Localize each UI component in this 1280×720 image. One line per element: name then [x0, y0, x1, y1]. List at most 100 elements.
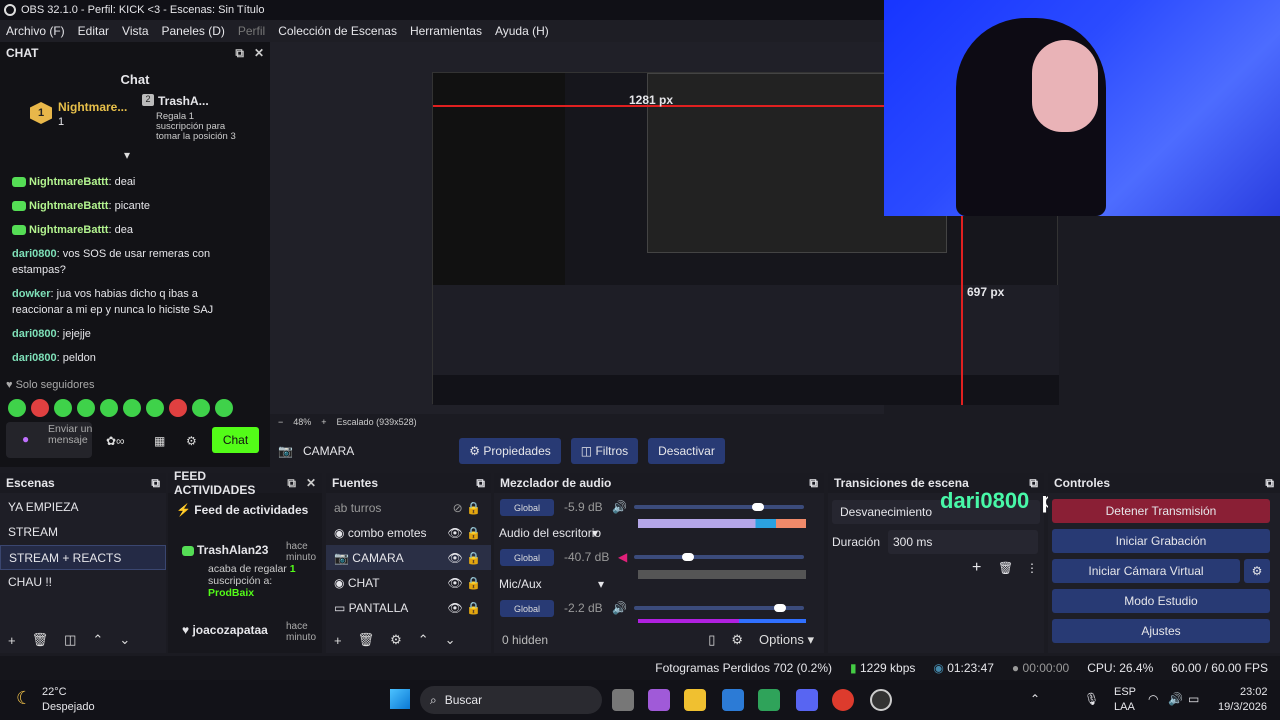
source-item[interactable]: ab turros ⊘ 🔒 — [326, 495, 491, 520]
wifi-icon[interactable]: ◠ — [1148, 692, 1158, 706]
emote-icon[interactable] — [192, 399, 210, 417]
store-icon[interactable]: ▦ — [154, 434, 165, 448]
settings-button[interactable]: Ajustes — [1052, 619, 1270, 643]
language-code[interactable]: ESP — [1114, 686, 1136, 698]
emote-icon[interactable] — [169, 399, 187, 417]
properties-button[interactable]: ⚙ Propiedades — [459, 438, 561, 464]
start-recording-button[interactable]: Iniciar Grabación — [1052, 529, 1270, 553]
options-button[interactable]: Options ▾ — [759, 632, 814, 648]
scene-item[interactable]: YA EMPIEZA — [0, 495, 166, 520]
layout-icon[interactable]: ▯ — [708, 632, 715, 648]
move-down-icon[interactable]: ⌄ — [445, 632, 456, 648]
chat-send-button[interactable]: Chat — [212, 427, 259, 453]
delete-icon[interactable]: 🗑 — [32, 632, 49, 648]
duration-field[interactable]: 300 ms — [888, 530, 1038, 554]
menu-profile[interactable]: Perfil — [238, 24, 265, 38]
move-up-icon[interactable]: ⌃ — [418, 632, 429, 648]
volume-knob[interactable] — [774, 604, 786, 612]
global-button[interactable]: Global — [500, 549, 554, 566]
spreadsheet-icon[interactable] — [758, 689, 780, 711]
zoom-out-icon[interactable]: − — [278, 417, 283, 427]
volume-knob[interactable] — [752, 503, 764, 511]
scene-item[interactable]: STREAM — [0, 520, 166, 545]
menu-tools[interactable]: Herramientas — [410, 24, 482, 38]
volume-slider[interactable] — [634, 555, 804, 559]
volume-icon[interactable]: 🔊 — [1168, 692, 1183, 706]
menu-file[interactable]: Archivo (F) — [6, 24, 65, 38]
expand-chevron-icon[interactable]: ▾ — [124, 148, 130, 162]
emote-icon[interactable] — [77, 399, 95, 417]
volume-icon[interactable]: 🔊 — [612, 601, 627, 615]
undock-icon[interactable]: ⧉ — [151, 476, 160, 491]
chat-input[interactable]: ● Enviar un mensaje — [6, 422, 92, 458]
gear-icon[interactable]: ⚙ — [731, 632, 743, 648]
source-item[interactable]: 📷 CAMARA 👁 🔒 — [326, 545, 491, 570]
clock-time[interactable]: 23:02 — [1240, 686, 1268, 698]
chevron-down-icon[interactable]: ▾ — [592, 526, 598, 540]
virtual-camera-button[interactable]: Iniciar Cámara Virtual — [1052, 559, 1240, 583]
filter-icon[interactable]: ◫ — [64, 632, 76, 648]
notepad-icon[interactable] — [722, 689, 744, 711]
add-icon[interactable]: + — [8, 633, 16, 648]
windows-start-icon[interactable] — [390, 689, 410, 709]
menu-view[interactable]: Vista — [122, 24, 148, 38]
obs-taskbar-icon[interactable] — [870, 689, 892, 711]
close-icon[interactable]: ✕ — [254, 46, 264, 61]
scene-item[interactable]: CHAU !! — [0, 570, 166, 595]
source-item[interactable]: ◉ combo emotes 👁 🔒 — [326, 520, 491, 545]
emote-icon[interactable] — [215, 399, 233, 417]
menu-edit[interactable]: Editar — [78, 24, 109, 38]
microphone-icon[interactable]: 🎙 — [1084, 692, 1099, 706]
undock-icon[interactable]: ⧉ — [235, 46, 244, 61]
clock-date[interactable]: 19/3/2026 — [1218, 701, 1267, 713]
deactivate-button[interactable]: Desactivar — [648, 438, 725, 464]
move-up-icon[interactable]: ⌃ — [92, 632, 103, 648]
menu-help[interactable]: Ayuda (H) — [495, 24, 549, 38]
source-item[interactable]: ◉ CHAT 👁 🔒 — [326, 570, 491, 595]
microphone-icon[interactable]: ● — [22, 432, 29, 446]
gear-icon[interactable]: ⚙ — [186, 434, 197, 448]
source-item[interactable]: ▭ PANTALLA 👁 🔒 — [326, 595, 491, 620]
tray-chevron-icon[interactable]: ⌃ — [1030, 692, 1040, 706]
undock-icon[interactable]: ⧉ — [476, 476, 485, 491]
gear-icon[interactable]: ⚙ — [1244, 559, 1270, 583]
gear-icon[interactable]: ⚙ — [390, 632, 402, 648]
emote-icon[interactable] — [123, 399, 141, 417]
close-icon[interactable]: ✕ — [306, 476, 316, 491]
add-icon[interactable]: + — [334, 633, 342, 648]
file-explorer-icon[interactable] — [684, 689, 706, 711]
more-icon[interactable]: ⋮ — [1026, 561, 1038, 575]
undock-icon[interactable]: ⧉ — [809, 476, 818, 491]
mute-icon[interactable]: ◀ — [618, 550, 627, 564]
discord-icon[interactable] — [796, 689, 818, 711]
task-view-icon[interactable] — [612, 689, 634, 711]
global-button[interactable]: Global — [500, 499, 554, 516]
scene-item[interactable]: STREAM + REACTS — [0, 545, 166, 570]
move-down-icon[interactable]: ⌄ — [119, 632, 130, 648]
studio-mode-button[interactable]: Modo Estudio — [1052, 589, 1270, 613]
emote-icon[interactable] — [8, 399, 26, 417]
undock-icon[interactable]: ⧉ — [1265, 476, 1274, 491]
battery-icon[interactable]: ▭ — [1188, 692, 1199, 706]
undock-icon[interactable]: ⧉ — [287, 476, 296, 491]
filters-button[interactable]: ◫ Filtros — [570, 438, 639, 464]
volume-icon[interactable]: 🔊 — [612, 500, 627, 514]
chevron-down-icon[interactable]: ▾ — [598, 577, 604, 591]
menu-scene-collection[interactable]: Colección de Escenas — [278, 24, 397, 38]
taskbar-search[interactable]: ⌕ Buscar — [420, 686, 602, 714]
volume-slider[interactable] — [634, 505, 804, 509]
emote-icon[interactable] — [100, 399, 118, 417]
delete-icon[interactable]: 🗑 — [358, 632, 375, 648]
emoji-picker-icon[interactable]: ✿∞ — [106, 434, 125, 448]
zoom-in-icon[interactable]: + — [321, 417, 326, 427]
emote-icon[interactable] — [146, 399, 164, 417]
volume-knob[interactable] — [682, 553, 694, 561]
add-icon[interactable]: + — [972, 559, 981, 577]
delete-icon[interactable]: 🗑 — [998, 561, 1013, 575]
chrome-icon[interactable] — [832, 689, 854, 711]
emote-icon[interactable] — [54, 399, 72, 417]
menu-docks[interactable]: Paneles (D) — [162, 24, 225, 38]
stop-stream-button[interactable]: Detener Transmisión — [1052, 499, 1270, 523]
emote-icon[interactable] — [31, 399, 49, 417]
copilot-icon[interactable] — [648, 689, 670, 711]
